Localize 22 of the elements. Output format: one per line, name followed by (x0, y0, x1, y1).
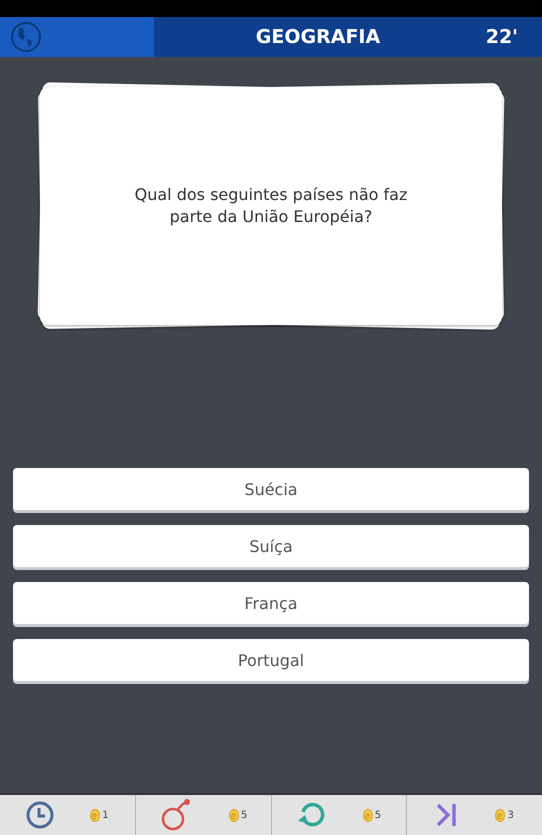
refresh-icon (296, 801, 327, 829)
cost-label: 1 (102, 810, 109, 820)
category-title: GEOGRAFIA (254, 25, 382, 50)
powerup-button[interactable]: 5 (134, 795, 270, 835)
clock-icon (26, 801, 54, 829)
powerup-button[interactable]: 3 (406, 795, 542, 835)
question-text: Qual dos seguintes países não faz parte da União Européia? (134, 184, 408, 228)
coin-icon (228, 808, 239, 822)
answer-button[interactable]: França (13, 582, 529, 624)
coin-icon (362, 808, 373, 822)
cost-label: 5 (240, 810, 248, 820)
cost-label: 5 (374, 810, 382, 820)
timer: 22' (484, 25, 519, 50)
answer-button[interactable]: Portugal (13, 639, 529, 681)
cost-label: 3 (507, 810, 514, 820)
powerup-button[interactable]: 5 (270, 795, 406, 835)
coin-icon (495, 808, 506, 822)
globe-icon (10, 21, 42, 53)
answer-button[interactable]: Suécia (13, 468, 529, 510)
answer-button[interactable]: Suíça (13, 525, 529, 567)
coin-icon (90, 808, 100, 822)
powerup-button[interactable]: 1 (0, 795, 135, 835)
